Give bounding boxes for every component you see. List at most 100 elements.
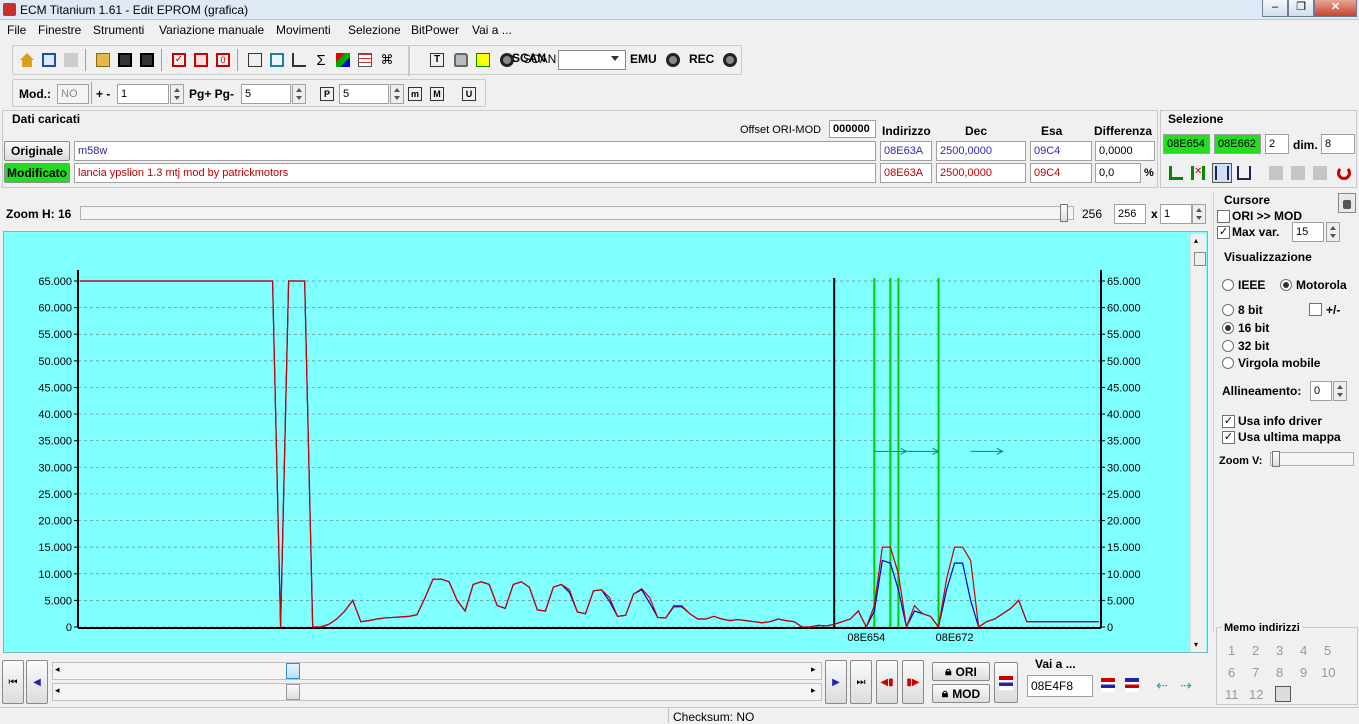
memo-slot-7[interactable]: 7 [1252,665,1259,680]
selezione-count-field[interactable]: 2 [1265,134,1289,154]
chart-vscroll-thumb[interactable] [1194,252,1206,266]
prev-button[interactable]: ◀ [26,660,48,704]
memo-slot-6[interactable]: 6 [1228,665,1235,680]
allineamento-field[interactable]: 0 [1310,381,1332,401]
menu-movimenti[interactable]: Movimenti [276,23,331,37]
vai-a-field[interactable]: 08E4F8 [1027,675,1093,697]
memo-prev-icon[interactable]: ⇠ [1152,675,1172,695]
checksum-icon[interactable] [191,50,211,70]
scroll-right-icon[interactable]: ▸ [811,664,816,675]
memo-slot-12[interactable]: 12 [1249,687,1263,702]
menu-file[interactable]: File [7,23,26,37]
memo-slot-10[interactable]: 10 [1321,665,1335,680]
mod-button[interactable]: 🔒︎ MOD [932,684,990,703]
memo-edit-icon[interactable] [1275,686,1291,702]
hscrollbar-top[interactable]: ◂ ▸ [52,662,822,680]
modificato-dec-field[interactable]: 2500,0000 [936,163,1026,183]
reset-icon[interactable] [1334,163,1354,183]
8bit-radio[interactable] [1222,304,1234,316]
max-var-checkbox[interactable]: ✓ [1217,226,1230,239]
hex-icon[interactable] [245,50,265,70]
menu-bitpower[interactable]: BitPower [411,23,459,37]
windows-icon[interactable] [39,50,59,70]
map-icon[interactable] [355,50,375,70]
graph-icon[interactable] [289,50,309,70]
menu-variazione-manuale[interactable]: Variazione manuale [159,23,264,37]
originale-diff-field[interactable]: 0,0000 [1095,141,1155,161]
pg-field[interactable]: 5 [241,84,291,104]
rec-record-icon[interactable] [720,50,740,70]
chart-vscrollbar[interactable]: ▾ ▴ [1190,234,1206,652]
motorola-radio[interactable] [1280,279,1292,291]
dim-field[interactable]: 8 [1321,134,1355,154]
close-button[interactable]: ✕ [1314,0,1357,17]
zoom-h-thumb[interactable] [1060,204,1069,222]
binoculars-icon[interactable]: ⌘ [377,50,397,70]
prev-diff-button[interactable]: ◀▮ [876,660,898,704]
m-upper-icon[interactable]: M [427,84,447,104]
memo-slot-2[interactable]: 2 [1252,643,1259,658]
goto-ori-icon[interactable] [1098,675,1118,695]
save-icon[interactable] [115,50,135,70]
swap-button[interactable] [994,662,1018,703]
originale-addr-field[interactable]: 08E63A [880,141,932,161]
ori-mod-checkbox[interactable] [1217,210,1230,223]
p-icon[interactable]: P [317,84,337,104]
ori-button[interactable]: 🔒︎ ORI [932,662,990,681]
open-folder-icon[interactable] [93,50,113,70]
menu-vai-a[interactable]: Vai a ... [472,23,512,37]
16bit-radio[interactable] [1222,322,1234,334]
plusminus-checkbox[interactable] [1309,303,1322,316]
save-as-icon[interactable] [137,50,157,70]
menu-selezione[interactable]: Selezione [348,23,401,37]
3d-icon[interactable] [333,50,353,70]
modificato-button[interactable]: Modificato [4,163,70,183]
zero-icon[interactable]: 0 [213,50,233,70]
memo-slot-11[interactable]: 11 [1225,687,1239,702]
usa-ultima-mappa-checkbox[interactable]: ✓ [1222,431,1235,444]
selezione-end-field[interactable]: 08E662 [1214,134,1261,154]
lock-icon[interactable] [1338,193,1356,213]
zoom-h-slider[interactable] [80,204,1074,222]
menu-strumenti[interactable]: Strumenti [93,23,144,37]
max-var-field[interactable]: 15 [1292,222,1324,242]
table-icon[interactable] [267,50,287,70]
m-lower-icon[interactable]: m [405,84,425,104]
select-left-icon[interactable] [1166,163,1186,183]
originale-button[interactable]: Originale [4,141,70,161]
hscrollbar-bottom[interactable]: ◂ ▸ [52,683,822,701]
chevron-up-icon[interactable]: ▴ [1194,236,1198,245]
lock-icon[interactable] [451,50,471,70]
zoom-mult-spinner[interactable] [1192,204,1206,224]
plusminus-spinner[interactable] [170,84,184,104]
modificato-name-field[interactable]: lancia ypslion 1.3 mtj mod by patrickmot… [74,163,876,183]
memo-next-icon[interactable]: ⇢ [1176,675,1196,695]
minimize-button[interactable]: ‒ [1262,0,1288,17]
last-button[interactable]: ⏭ [850,660,872,704]
chart-panel[interactable]: 0 0 5.000 5.000 10.000 10.000 15.000 15.000 20.0… [3,231,1208,653]
first-button[interactable]: ⏮ [2,660,24,704]
scroll-right-icon[interactable]: ▸ [811,685,816,696]
hscroll-thumb-bottom[interactable] [286,684,301,700]
copy-icon[interactable] [1266,163,1286,183]
modificato-addr-field[interactable]: 08E63A [880,163,932,183]
goto-mod-icon[interactable] [1122,675,1142,695]
originale-name-field[interactable]: m58w [74,141,876,161]
32bit-radio[interactable] [1222,340,1234,352]
emu-record-icon[interactable] [663,50,683,70]
memo-slot-4[interactable]: 4 [1300,643,1307,658]
eprom-chart[interactable]: 0 0 5.000 5.000 10.000 10.000 15.000 15.000 20.0… [4,232,1194,652]
pg-spinner[interactable] [292,84,306,104]
scroll-left-icon[interactable]: ◂ [55,664,60,675]
sum-icon[interactable]: Σ [311,50,331,70]
select-range-icon[interactable] [1234,163,1254,183]
offset-field[interactable]: 000000 [829,120,876,138]
next-diff-button[interactable]: ▮▶ [902,660,924,704]
check-icon[interactable]: ✓ [169,50,189,70]
scroll-left-icon[interactable]: ◂ [55,685,60,696]
chevron-down-icon[interactable]: ▾ [1194,640,1198,649]
u-icon[interactable]: U [459,84,479,104]
zoom-v-slider[interactable] [1270,451,1354,467]
select-cross-icon[interactable]: ✕ [1188,163,1208,183]
memo-slot-3[interactable]: 3 [1276,643,1283,658]
